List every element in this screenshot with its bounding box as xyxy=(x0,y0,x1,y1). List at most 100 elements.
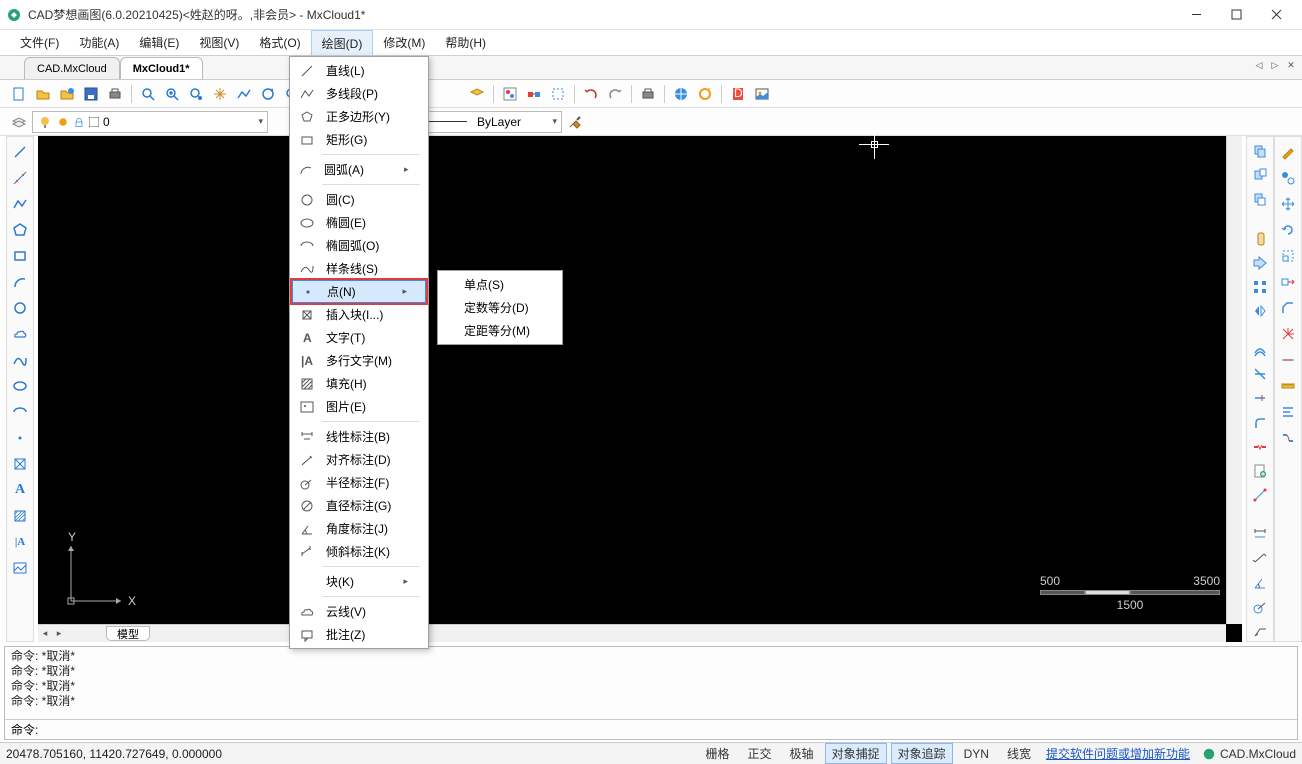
status-grid[interactable]: 栅格 xyxy=(699,743,737,764)
edit-tool-icon[interactable] xyxy=(1277,141,1299,163)
status-polar[interactable]: 极轴 xyxy=(783,743,821,764)
status-lineweight[interactable]: 线宽 xyxy=(1000,743,1038,764)
paste-icon[interactable] xyxy=(1249,165,1271,185)
menu-item-dimdia[interactable]: 直径标注(G) xyxy=(292,494,426,517)
menu-item-insert[interactable]: 插入块(I...) xyxy=(292,303,426,326)
feedback-link[interactable]: 提交软件问题或增加新功能 xyxy=(1042,745,1194,762)
circle-tool-icon[interactable] xyxy=(9,297,31,319)
mtext-tool-icon[interactable]: |A xyxy=(9,531,31,553)
menu-item-annot[interactable]: 批注(Z) xyxy=(292,623,426,646)
menu-item-pline[interactable]: 多线段(P) xyxy=(292,82,426,105)
text-tool-icon[interactable]: A xyxy=(9,479,31,501)
status-ortho[interactable]: 正交 xyxy=(741,743,779,764)
doc-tab-2[interactable]: MxCloud1* xyxy=(120,57,203,79)
insert-tool-icon[interactable] xyxy=(9,453,31,475)
undo-icon[interactable] xyxy=(580,83,602,105)
chamfer-icon[interactable] xyxy=(1277,297,1299,319)
menu-item-elarc[interactable]: 椭圆弧(O) xyxy=(292,234,426,257)
menu-help[interactable]: 帮助(H) xyxy=(435,30,496,55)
select-icon[interactable] xyxy=(547,83,569,105)
doc-tab-1[interactable]: CAD.MxCloud xyxy=(24,57,120,79)
scale-icon[interactable] xyxy=(1277,245,1299,267)
menu-item-polygon[interactable]: 正多边形(Y) xyxy=(292,105,426,128)
menu-view[interactable]: 视图(V) xyxy=(189,30,249,55)
menu-item-block[interactable]: 块(K)▸ xyxy=(292,570,426,593)
new-icon[interactable] xyxy=(8,83,30,105)
array-icon[interactable] xyxy=(1249,277,1271,297)
copy-icon[interactable] xyxy=(1249,141,1271,161)
menu-item-dimrad[interactable]: 半径标注(F) xyxy=(292,471,426,494)
break-icon[interactable] xyxy=(1249,437,1271,457)
copy2-icon[interactable] xyxy=(1277,167,1299,189)
menu-edit[interactable]: 编辑(E) xyxy=(129,30,189,55)
new-layer-icon[interactable] xyxy=(1249,461,1271,481)
match-prop-icon[interactable] xyxy=(523,83,545,105)
status-osnap[interactable]: 对象捕捉 xyxy=(825,743,887,764)
submenu-item-single[interactable]: 单点(S) xyxy=(440,273,560,296)
pline-tool-icon[interactable] xyxy=(9,193,31,215)
zoom-in-icon[interactable] xyxy=(161,83,183,105)
status-dyn[interactable]: DYN xyxy=(957,745,996,763)
menu-item-dimlin[interactable]: 线性标注(B) xyxy=(292,425,426,448)
linetype-combo[interactable]: ByLayer ▾ xyxy=(422,111,562,133)
dim-align-icon[interactable] xyxy=(1249,548,1271,568)
command-input[interactable]: 命令: xyxy=(5,719,1297,739)
model-tab[interactable]: 模型 xyxy=(106,626,150,641)
stretch-icon[interactable] xyxy=(1277,271,1299,293)
print-icon[interactable] xyxy=(104,83,126,105)
open-icon[interactable] xyxy=(32,83,54,105)
menu-function[interactable]: 功能(A) xyxy=(69,30,129,55)
sheet-next-icon[interactable]: ▸ xyxy=(52,627,66,641)
tab-next-icon[interactable]: ▷ xyxy=(1268,58,1282,72)
menu-item-line[interactable]: 直线(L) xyxy=(292,59,426,82)
polygon-tool-icon[interactable] xyxy=(9,219,31,241)
menu-item-text[interactable]: A文字(T) xyxy=(292,326,426,349)
spline-tool-icon[interactable] xyxy=(9,349,31,371)
open-web-icon[interactable] xyxy=(56,83,78,105)
pdf-icon[interactable]: PDF xyxy=(727,83,749,105)
menu-item-dimalign[interactable]: 对齐标注(D) xyxy=(292,448,426,471)
cloud-tool-icon[interactable] xyxy=(9,323,31,345)
zoom-extents-icon[interactable] xyxy=(185,83,207,105)
menu-item-image[interactable]: 图片(E) xyxy=(292,395,426,418)
minimize-button[interactable] xyxy=(1176,1,1216,29)
dim-linear-icon[interactable] xyxy=(1249,524,1271,544)
image-export-icon[interactable] xyxy=(751,83,773,105)
horizontal-scrollbar[interactable]: ◂ ▸ 模型 xyxy=(38,624,1226,642)
line-tool-icon[interactable] xyxy=(9,141,31,163)
dim-angle-icon[interactable] xyxy=(1249,573,1271,593)
refresh-icon[interactable] xyxy=(694,83,716,105)
tab-close-icon[interactable]: ✕ xyxy=(1284,58,1298,72)
trim-icon[interactable] xyxy=(1249,364,1271,384)
measure-icon[interactable] xyxy=(1277,375,1299,397)
brush-icon[interactable] xyxy=(564,111,586,133)
rotate-icon[interactable] xyxy=(1277,219,1299,241)
menu-item-dimobl[interactable]: 倾斜标注(K) xyxy=(292,540,426,563)
drawing-canvas[interactable]: X Y 5003500 1500 ◂ ▸ 模型 xyxy=(38,136,1242,642)
submenu-item-divide[interactable]: 定数等分(D) xyxy=(440,296,560,319)
hatch-tool-icon[interactable] xyxy=(9,505,31,527)
extend-icon[interactable] xyxy=(1249,388,1271,408)
menu-item-cloud[interactable]: 云线(V) xyxy=(292,600,426,623)
print2-icon[interactable] xyxy=(637,83,659,105)
menu-item-ellipse[interactable]: 椭圆(E) xyxy=(292,211,426,234)
sheet-prev-icon[interactable]: ◂ xyxy=(38,627,52,641)
divide-icon[interactable] xyxy=(1277,349,1299,371)
maximize-button[interactable] xyxy=(1216,1,1256,29)
leader-icon[interactable] xyxy=(1249,621,1271,641)
menu-item-spline[interactable]: 样条线(S) xyxy=(292,257,426,280)
dim-radius-icon[interactable] xyxy=(1249,597,1271,617)
fillet-icon[interactable] xyxy=(1249,413,1271,433)
menu-item-hatch[interactable]: 填充(H) xyxy=(292,372,426,395)
ellipse-tool-icon[interactable] xyxy=(9,375,31,397)
close-button[interactable] xyxy=(1256,1,1296,29)
zoom-window-icon[interactable] xyxy=(137,83,159,105)
align-icon[interactable] xyxy=(1277,401,1299,423)
menu-format[interactable]: 格式(O) xyxy=(249,30,310,55)
vertical-scrollbar[interactable] xyxy=(1226,136,1242,624)
menu-draw[interactable]: 绘图(D) xyxy=(311,30,374,55)
menu-item-arc[interactable]: 圆弧(A)▸ xyxy=(292,158,426,181)
point-tool-icon[interactable] xyxy=(9,427,31,449)
web-icon[interactable] xyxy=(670,83,692,105)
pedit-icon[interactable] xyxy=(1249,485,1271,505)
